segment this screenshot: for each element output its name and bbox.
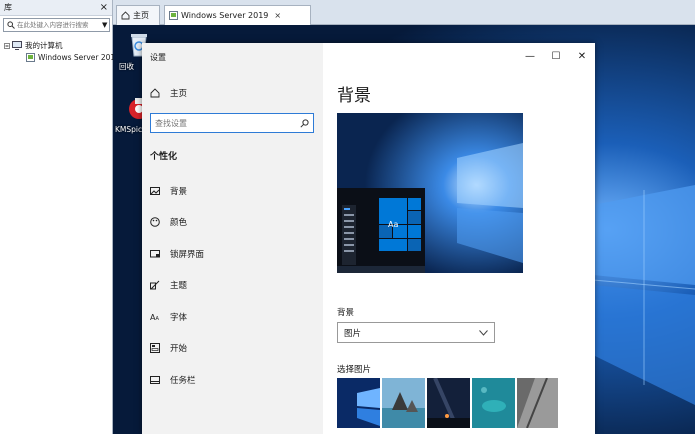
nav-item-lock-screen[interactable]: 锁屏界面 — [150, 248, 204, 260]
tree-item-my-computer[interactable]: 我的计算机 — [4, 40, 63, 51]
vm-icon — [26, 53, 35, 62]
window-title: 设置 — [150, 53, 166, 62]
picture-thumb-windows-light[interactable] — [337, 378, 380, 428]
nav-item-start[interactable]: 开始 — [150, 342, 187, 354]
collapse-icon[interactable] — [4, 42, 10, 49]
close-button[interactable]: ✕ — [569, 43, 595, 69]
taskbar-icon — [150, 376, 160, 384]
nav-item-fonts[interactable]: AA 字体 — [150, 311, 187, 323]
window-controls: — ☐ ✕ — [517, 43, 595, 69]
picture-thumb-underwater[interactable] — [472, 378, 515, 428]
font-icon: AA — [150, 313, 160, 322]
nav-item-colors[interactable]: 颜色 — [150, 216, 187, 228]
background-dropdown-value: 图片 — [344, 328, 362, 339]
tree-label-my-computer: 我的计算机 — [25, 41, 63, 50]
tab-close-button[interactable]: × — [274, 11, 281, 20]
nav-item-background[interactable]: 背景 — [150, 185, 187, 197]
tree-label-vm: Windows Server 2019 — [38, 53, 120, 62]
nav-item-themes[interactable]: 主题 — [150, 279, 187, 291]
settings-content: — ☐ ✕ 背景 Aa 背景 图片 选择图片 — [323, 43, 595, 434]
lock-screen-icon — [150, 250, 160, 258]
choose-picture-label: 选择图片 — [337, 365, 372, 375]
home-icon — [121, 11, 130, 20]
library-search-input[interactable] — [17, 21, 101, 29]
library-pane: 库 × ▼ 我的计算机 Windows Server 2019 — [0, 0, 120, 434]
picture-thumb-rock-wall[interactable] — [517, 378, 558, 428]
settings-window: 设置 主页 个性化 背景 颜色 锁屏界面 主题 AA 字体 — [142, 43, 595, 434]
picture-icon — [150, 187, 160, 195]
nav-section-title: 个性化 — [150, 152, 178, 162]
settings-search-box[interactable] — [150, 113, 314, 133]
tab-vm-label: Windows Server 2019 — [181, 11, 269, 20]
palette-icon — [150, 217, 160, 227]
search-icon — [300, 118, 309, 128]
tab-home-label: 主页 — [133, 11, 149, 20]
nav-home-label: 主页 — [170, 89, 188, 99]
background-label: 背景 — [337, 308, 355, 318]
brush-icon — [150, 280, 160, 290]
nav-item-label: 开始 — [170, 344, 188, 354]
home-icon — [150, 88, 160, 98]
start-icon — [150, 343, 160, 353]
settings-nav: 设置 主页 个性化 背景 颜色 锁屏界面 主题 AA 字体 — [142, 43, 323, 434]
nav-item-label: 主题 — [170, 281, 188, 291]
svg-text:A: A — [156, 316, 160, 322]
page-title: 背景 — [337, 86, 371, 106]
computer-icon — [12, 41, 22, 50]
preview-tile-text: Aa — [388, 220, 399, 229]
tab-strip: 主页 Windows Server 2019 × — [113, 0, 695, 25]
nav-item-taskbar[interactable]: 任务栏 — [150, 374, 196, 386]
library-title: 库 — [4, 3, 12, 12]
vm-icon — [169, 11, 178, 20]
background-dropdown[interactable]: 图片 — [337, 322, 495, 343]
library-search-box[interactable]: ▼ — [3, 18, 110, 32]
minimize-button[interactable]: — — [517, 43, 543, 69]
picture-thumb-beach-rocks[interactable] — [382, 378, 425, 428]
preview-wallpaper — [337, 113, 523, 273]
library-header: 库 × — [0, 0, 112, 16]
tab-home[interactable]: 主页 — [116, 5, 160, 25]
tree-item-vm[interactable]: Windows Server 2019 — [26, 53, 120, 62]
picture-thumb-night-sky[interactable] — [427, 378, 470, 428]
chevron-down-icon — [479, 329, 488, 336]
tab-vm[interactable]: Windows Server 2019 × — [164, 5, 311, 25]
search-icon — [7, 21, 15, 29]
chevron-down-icon[interactable]: ▼ — [102, 21, 107, 29]
nav-item-label: 字体 — [170, 313, 188, 323]
background-preview: Aa — [337, 113, 523, 273]
maximize-button[interactable]: ☐ — [543, 43, 569, 69]
nav-item-label: 锁屏界面 — [170, 250, 205, 260]
nav-item-label: 任务栏 — [170, 376, 196, 386]
nav-home[interactable]: 主页 — [150, 87, 187, 99]
nav-item-label: 颜色 — [170, 218, 188, 228]
library-close-button[interactable]: × — [100, 2, 108, 13]
nav-item-label: 背景 — [170, 187, 188, 197]
settings-search-input[interactable] — [155, 118, 300, 128]
